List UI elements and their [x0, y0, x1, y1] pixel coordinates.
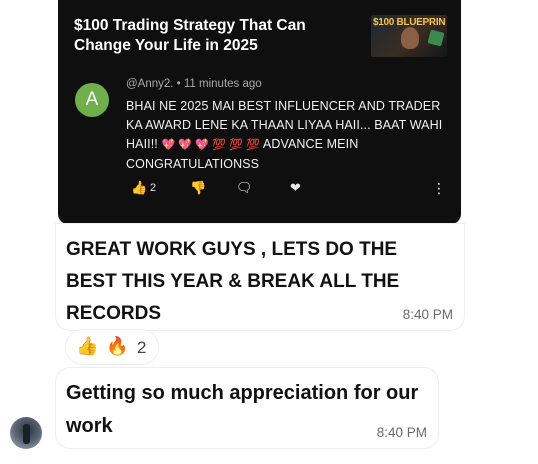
comment-emojis: 💖 💖 💖 💯 💯 💯 — [161, 139, 260, 151]
comment-meta: @Anny2. • 11 minutes ago — [126, 78, 262, 90]
comment-text: BHAI NE 2025 MAI BEST INFLUENCER AND TRA… — [126, 97, 446, 174]
video-title: $100 Trading Strategy That Can Change Yo… — [74, 17, 306, 54]
message-bubble[interactable]: GREAT WORK GUYS , LETS DO THE BEST THIS … — [56, 224, 464, 330]
video-thumbnail: $100 BLUEPRINT — [371, 15, 447, 57]
avatar-person — [23, 424, 30, 444]
thumbnail-person — [401, 27, 419, 49]
comment-actions: 👍 2 👎 🗨 ❤ ⋮ — [58, 180, 461, 204]
message-reactions[interactable]: 👍 🔥 2 — [66, 330, 158, 364]
message-time: 8:40 PM — [376, 425, 427, 440]
reaction-count: 2 — [137, 338, 147, 357]
sender-avatar[interactable] — [10, 417, 42, 449]
reply-icon: 🗨 — [236, 180, 253, 195]
message-bubble[interactable]: Getting so much appreciation for our wor… — [56, 368, 438, 448]
message-text: GREAT WORK GUYS , LETS DO THE BEST THIS … — [66, 239, 400, 324]
thumbs-up-icon: 👍 — [131, 180, 148, 195]
thumbs-down-icon: 👎 — [190, 180, 207, 195]
message-text: Getting so much appreciation for our wor… — [66, 382, 419, 437]
commenter-avatar: A — [75, 83, 109, 117]
youtube-comment-screenshot: $100 Trading Strategy That Can Change Yo… — [58, 0, 461, 224]
message-time: 8:40 PM — [402, 307, 453, 322]
creator-heart-icon: ❤ — [290, 180, 301, 195]
fire-reaction-icon: 🔥 — [106, 336, 129, 356]
like-count: 2 — [150, 182, 157, 194]
thumbs-up-reaction-icon: 👍 — [76, 336, 99, 356]
more-options-icon: ⋮ — [432, 180, 446, 196]
thumbnail-money — [427, 29, 445, 47]
